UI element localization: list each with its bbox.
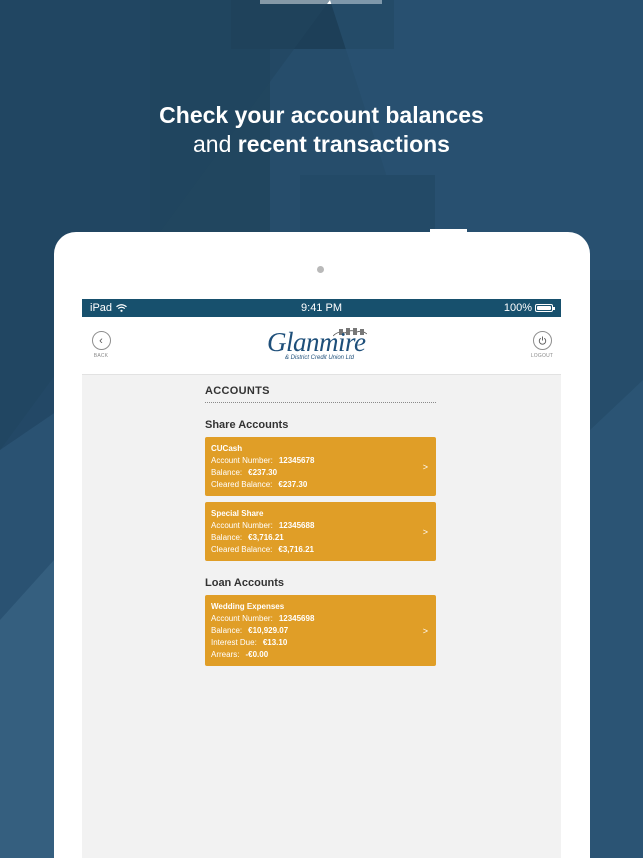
accounts-title: ACCOUNTS bbox=[205, 385, 436, 403]
detail-label: Interest Due: bbox=[211, 638, 257, 647]
share-accounts-list: CUCash Account Number: 12345678 Balance: €23… bbox=[205, 437, 436, 561]
account-detail-row: Account Number: 12345678 bbox=[211, 455, 430, 467]
loan-accounts-list: Wedding Expenses Account Number: 12345698 B… bbox=[205, 595, 436, 666]
chevron-right-icon: > bbox=[422, 526, 428, 537]
account-name: Wedding Expenses bbox=[211, 602, 285, 611]
battery: 100% bbox=[503, 302, 555, 314]
detail-label: Account Number: bbox=[211, 521, 273, 530]
camera-dot bbox=[317, 266, 324, 273]
detail-value: 12345688 bbox=[278, 521, 315, 530]
headline-line-1: Check your account balances bbox=[159, 102, 484, 128]
power-icon bbox=[532, 331, 552, 350]
detail-label: Account Number: bbox=[211, 614, 273, 623]
back-chevron-icon: ‹ bbox=[91, 331, 111, 350]
detail-value: €3,716.21 bbox=[248, 533, 284, 542]
logo-name: Glanmire bbox=[267, 327, 366, 357]
app-header: ‹ BACK Glanmire & District Credit Union … bbox=[82, 317, 561, 375]
detail-value: €237.30 bbox=[248, 468, 278, 477]
credit-union-logo: Glanmire & District Credit Union Ltd bbox=[267, 323, 377, 369]
account-detail-row: Arrears: -€0.00 bbox=[211, 649, 430, 661]
account-name: Special Share bbox=[211, 509, 264, 518]
detail-label: Cleared Balance: bbox=[211, 545, 273, 554]
account-detail-row: Interest Due: €13.10 bbox=[211, 637, 430, 649]
detail-value: €3,716.21 bbox=[278, 545, 314, 554]
back-label: BACK bbox=[93, 353, 109, 359]
account-card[interactable]: CUCash Account Number: 12345678 Balance: €23… bbox=[205, 437, 436, 496]
battery-icon bbox=[535, 304, 555, 312]
account-card[interactable]: Wedding Expenses Account Number: 12345698 B… bbox=[205, 595, 436, 666]
detail-value: €237.30 bbox=[278, 480, 308, 489]
loan-accounts-heading: Loan Accounts bbox=[205, 577, 285, 589]
logout-label: LOGOUT bbox=[530, 353, 554, 359]
account-detail-row: Balance: €3,716.21 bbox=[211, 532, 430, 544]
ipad-device-frame: iPad 9:41 PM 100% ‹ BACK Glanmire & Dist… bbox=[54, 232, 590, 858]
account-detail-row: Balance: €10,929.07 bbox=[211, 625, 430, 637]
account-detail-row: Cleared Balance: €237.30 bbox=[211, 479, 430, 491]
detail-value: €10,929.07 bbox=[248, 626, 289, 635]
account-detail-row: Account Number: 12345698 bbox=[211, 613, 430, 625]
promo-headline: Check your account balances and recent t… bbox=[0, 101, 643, 159]
app-screen: iPad 9:41 PM 100% ‹ BACK Glanmire & Dist… bbox=[82, 299, 561, 858]
detail-value: 12345698 bbox=[278, 614, 315, 623]
account-card[interactable]: Special Share Account Number: 12345688 Bala… bbox=[205, 502, 436, 561]
account-detail-row: Balance: €237.30 bbox=[211, 467, 430, 479]
chevron-right-icon: > bbox=[422, 625, 428, 636]
battery-percent: 100% bbox=[503, 302, 532, 314]
account-name: CUCash bbox=[211, 444, 243, 453]
logout-button[interactable]: LOGOUT bbox=[527, 331, 557, 359]
detail-label: Cleared Balance: bbox=[211, 480, 273, 489]
status-time: 9:41 PM bbox=[301, 302, 342, 314]
status-bar: iPad 9:41 PM 100% bbox=[82, 299, 561, 317]
back-button[interactable]: ‹ BACK bbox=[86, 331, 116, 359]
accounts-panel: ACCOUNTS Share Accounts CUCash Account Nu… bbox=[205, 385, 436, 672]
account-detail-row: Cleared Balance: €3,716.21 bbox=[211, 544, 430, 556]
detail-label: Arrears: bbox=[211, 650, 240, 659]
share-accounts-heading: Share Accounts bbox=[205, 419, 289, 431]
detail-label: Balance: bbox=[211, 533, 243, 542]
detail-label: Account Number: bbox=[211, 456, 273, 465]
chevron-right-icon: > bbox=[422, 461, 428, 472]
detail-value: -€0.00 bbox=[245, 650, 269, 659]
logo-tagline: & District Credit Union Ltd bbox=[285, 355, 355, 361]
account-detail-row: Account Number: 12345688 bbox=[211, 520, 430, 532]
headline-line-2: and recent transactions bbox=[193, 131, 450, 157]
detail-value: €13.10 bbox=[262, 638, 288, 647]
detail-value: 12345678 bbox=[278, 456, 315, 465]
detail-label: Balance: bbox=[211, 468, 243, 477]
detail-label: Balance: bbox=[211, 626, 243, 635]
